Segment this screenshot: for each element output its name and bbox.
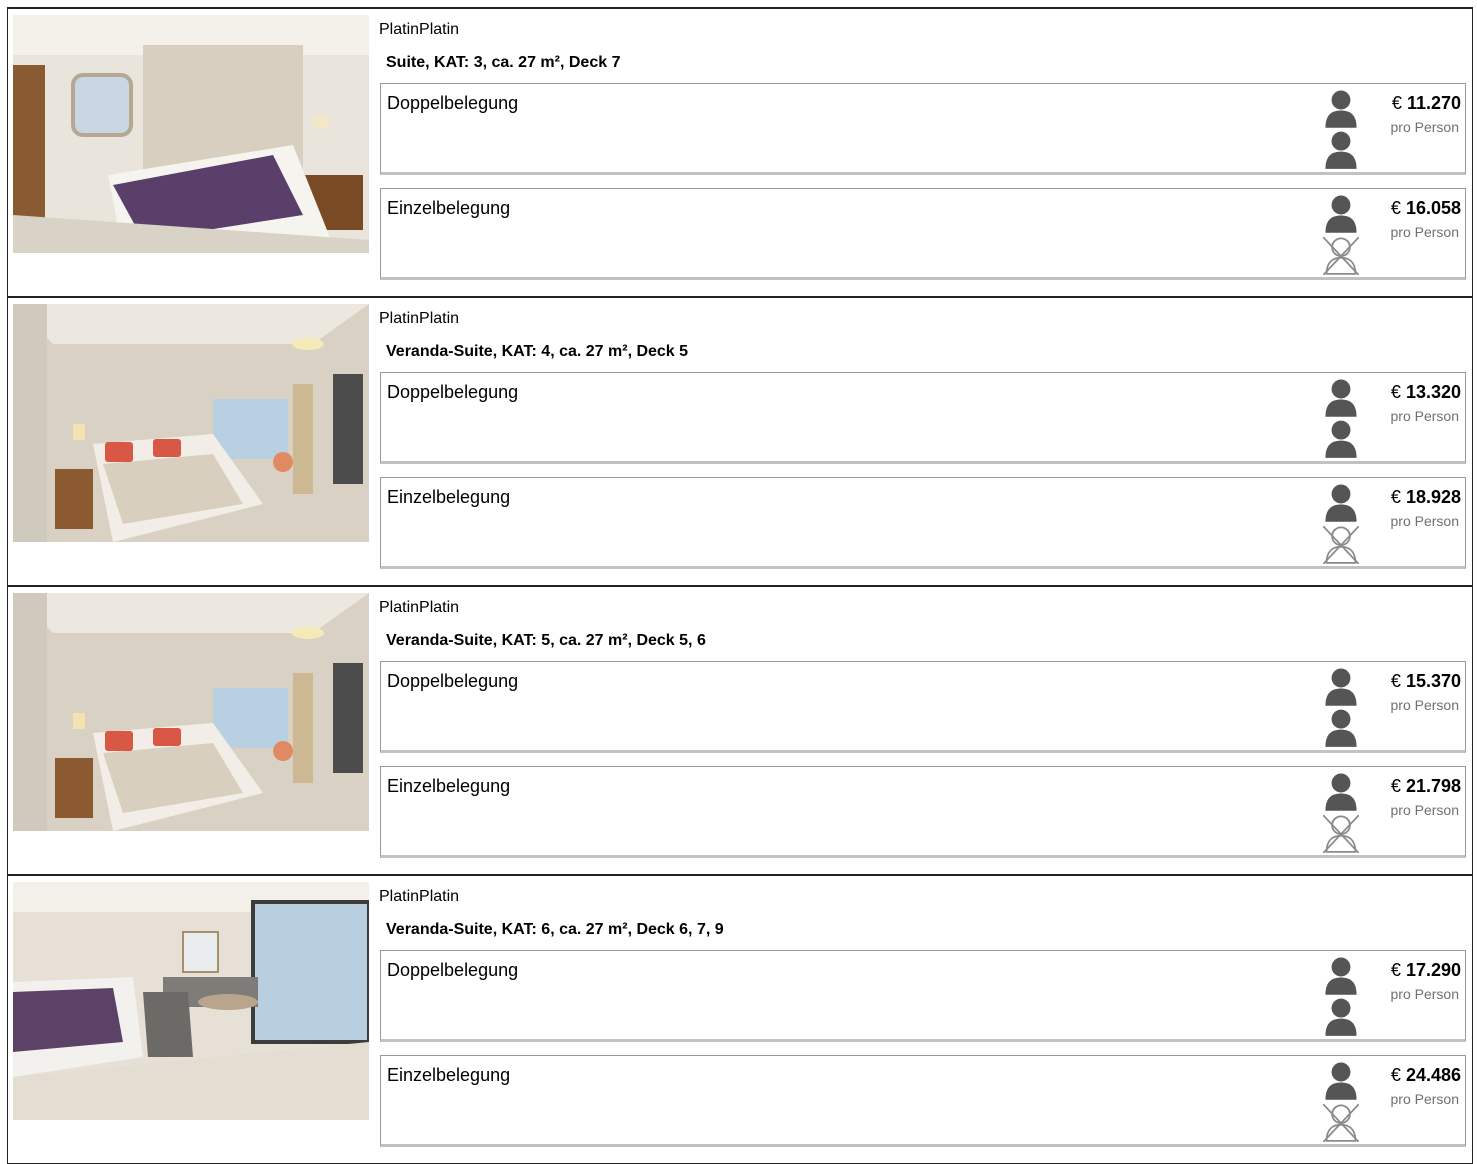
price-block: € 24.486 pro Person (1391, 1065, 1461, 1107)
cabin-row: PlatinPlatin Veranda-Suite, KAT: 5, ca. 2… (7, 585, 1473, 875)
price-value: 18.928 (1405, 487, 1461, 507)
price-amount: € 24.486 (1391, 1065, 1461, 1086)
occupancy-label: Doppelbelegung (387, 382, 519, 402)
price-amount: € 15.370 (1391, 671, 1461, 692)
currency-symbol: € (1390, 960, 1401, 980)
occupancy-label: Einzelbelegung (387, 198, 511, 218)
price-block: € 18.928 pro Person (1391, 487, 1461, 529)
currency-symbol: € (1390, 1065, 1401, 1085)
two-person-icon (1323, 90, 1359, 170)
price-block: € 15.370 pro Person (1391, 671, 1461, 713)
cabin-title: Veranda-Suite, KAT: 5, ca. 27 m², Deck 5… (386, 632, 706, 649)
price-amount: € 21.798 (1391, 776, 1461, 797)
price-per-person: pro Person (1390, 513, 1459, 529)
occupancy-option-double[interactable]: Doppelbelegung € 11.270 pro Person (380, 83, 1466, 175)
occupancy-option-single[interactable]: Einzelbelegung € 21.798 pro Person (380, 766, 1466, 858)
occupancy-option-double[interactable]: Doppelbelegung € 15.370 pro Person (380, 661, 1466, 753)
currency-symbol: € (1391, 93, 1402, 113)
cabin-photo[interactable] (13, 304, 369, 542)
price-block: € 17.290 pro Person (1391, 960, 1461, 1002)
occupancy-option-single[interactable]: Einzelbelegung € 18.928 pro Person (380, 477, 1466, 569)
currency-symbol: € (1390, 382, 1401, 402)
cabin-photo[interactable] (13, 15, 369, 253)
cabin-row: PlatinPlatin Veranda-Suite, KAT: 4, ca. 2… (7, 296, 1473, 586)
occupancy-label: Doppelbelegung (387, 960, 519, 980)
cabin-class-label: PlatinPlatin (379, 310, 460, 327)
cabin-class-label: PlatinPlatin (379, 599, 460, 616)
price-value: 11.270 (1406, 93, 1461, 113)
price-block: € 21.798 pro Person (1391, 776, 1461, 818)
occupancy-option-double[interactable]: Doppelbelegung € 17.290 pro Person (380, 950, 1466, 1042)
two-person-icon (1323, 957, 1359, 1037)
single-person-icon (1323, 195, 1359, 275)
price-value: 15.370 (1405, 671, 1461, 691)
price-amount: € 13.320 (1391, 382, 1461, 403)
price-per-person: pro Person (1390, 1091, 1459, 1107)
single-person-icon (1323, 1062, 1359, 1142)
price-value: 17.290 (1405, 960, 1461, 980)
price-value: 16.058 (1405, 198, 1461, 218)
cabin-title: Veranda-Suite, KAT: 6, ca. 27 m², Deck 6… (386, 921, 724, 938)
currency-symbol: € (1390, 776, 1401, 796)
cabin-photo[interactable] (13, 882, 369, 1120)
cabin-row: PlatinPlatin Suite, KAT: 3, ca. 27 m², De… (7, 7, 1473, 297)
price-value: 13.320 (1405, 382, 1461, 402)
price-block: € 11.270 pro Person (1391, 93, 1461, 135)
price-value: 24.486 (1405, 1065, 1461, 1085)
currency-symbol: € (1390, 671, 1401, 691)
occupancy-label: Einzelbelegung (387, 1065, 511, 1085)
price-amount: € 16.058 (1391, 198, 1461, 219)
occupancy-option-single[interactable]: Einzelbelegung € 24.486 pro Person (380, 1055, 1466, 1147)
single-person-icon (1323, 773, 1359, 853)
price-per-person: pro Person (1390, 986, 1459, 1002)
currency-symbol: € (1390, 487, 1401, 507)
cabin-photo[interactable] (13, 593, 369, 831)
cabin-class-label: PlatinPlatin (379, 21, 460, 38)
price-per-person: pro Person (1390, 697, 1459, 713)
two-person-icon (1323, 668, 1359, 748)
occupancy-label: Einzelbelegung (387, 487, 511, 507)
cabin-class-label: PlatinPlatin (379, 888, 460, 905)
price-value: 21.798 (1405, 776, 1461, 796)
price-amount: € 17.290 (1391, 960, 1461, 981)
price-block: € 13.320 pro Person (1391, 382, 1461, 424)
occupancy-option-single[interactable]: Einzelbelegung € 16.058 pro Person (380, 188, 1466, 280)
occupancy-option-double[interactable]: Doppelbelegung € 13.320 pro Person (380, 372, 1466, 464)
cabin-row: PlatinPlatin Veranda-Suite, KAT: 6, ca. 2… (7, 874, 1473, 1164)
two-person-icon (1323, 379, 1359, 459)
cabin-title: Suite, KAT: 3, ca. 27 m², Deck 7 (386, 54, 621, 71)
price-block: € 16.058 pro Person (1391, 198, 1461, 240)
price-per-person: pro Person (1390, 224, 1459, 240)
price-amount: € 18.928 (1391, 487, 1461, 508)
price-per-person: pro Person (1390, 119, 1459, 135)
occupancy-label: Einzelbelegung (387, 776, 511, 796)
price-amount: € 11.270 (1391, 93, 1461, 114)
cabin-title: Veranda-Suite, KAT: 4, ca. 27 m², Deck 5 (386, 343, 689, 360)
occupancy-label: Doppelbelegung (387, 671, 519, 691)
single-person-icon (1323, 484, 1359, 564)
price-per-person: pro Person (1390, 802, 1459, 818)
occupancy-label: Doppelbelegung (387, 93, 519, 113)
currency-symbol: € (1390, 198, 1401, 218)
price-per-person: pro Person (1390, 408, 1459, 424)
